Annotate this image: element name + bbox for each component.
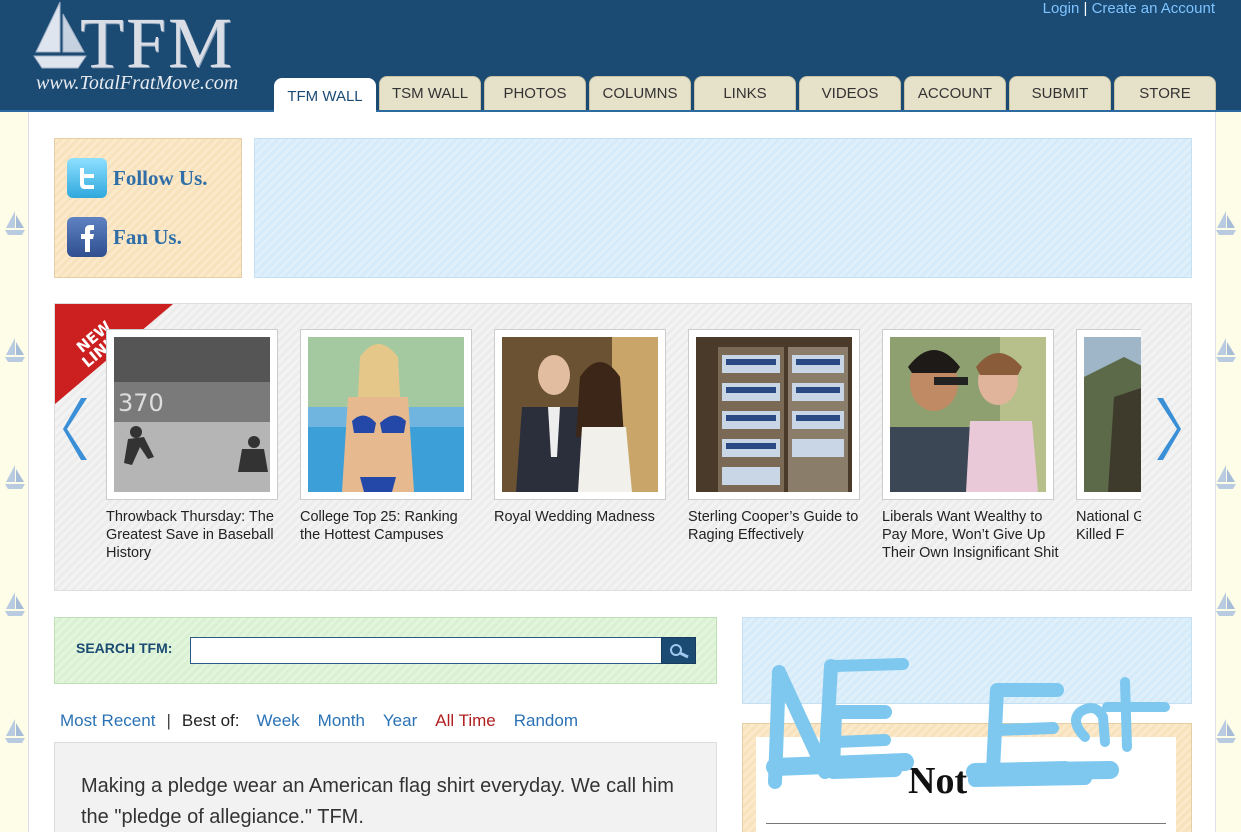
week-link[interactable]: Week <box>257 711 300 731</box>
carousel-prev-arrow[interactable] <box>61 396 91 479</box>
facebook-fan[interactable]: Fan Us. <box>67 217 182 257</box>
handwritten-scribble-overlay <box>766 658 1170 789</box>
chevron-right-icon <box>1157 398 1181 460</box>
carousel-caption[interactable]: National G Re-Air Re of Killed F <box>1076 508 1141 544</box>
carousel-caption[interactable]: Royal Wedding Madness <box>494 508 672 526</box>
search-box: SEARCH TFM: <box>54 617 717 684</box>
top-ad-banner <box>254 138 1192 278</box>
social-box: Follow Us. Fan Us. <box>54 138 242 278</box>
sailboat-icon <box>1216 211 1236 235</box>
account-links: Login | Create an Account <box>1043 0 1215 17</box>
tab-store[interactable]: STORE <box>1114 76 1216 110</box>
create-account-link[interactable]: Create an Account <box>1092 0 1215 17</box>
carousel-item[interactable]: Liberals Want Wealthy to Pay More, Won’t… <box>882 329 1060 562</box>
sailboat-icon <box>5 592 25 616</box>
search-input[interactable] <box>190 637 662 664</box>
site-header: TFM www.TotalFratMove.com Login | Create… <box>0 0 1241 114</box>
carousel-caption[interactable]: Sterling Cooper’s Guide to Raging Effect… <box>688 508 866 544</box>
month-link[interactable]: Month <box>318 711 365 731</box>
carousel-caption[interactable]: Throwback Thursday: The Greatest Save in… <box>106 508 284 562</box>
search-button[interactable] <box>661 637 696 664</box>
most-recent-link[interactable]: Most Recent <box>60 711 155 731</box>
carousel-thumb[interactable] <box>300 329 472 500</box>
sailboat-icon <box>5 719 25 743</box>
beer-shelves-photo <box>696 337 852 492</box>
all-time-link[interactable]: All Time <box>435 711 495 731</box>
carousel-item[interactable]: Royal Wedding Madness <box>494 329 672 526</box>
carousel-thumb[interactable] <box>882 329 1054 500</box>
logo-url: www.TotalFratMove.com <box>36 72 239 94</box>
carousel-items: 370 Throwback Thursday: The Greatest Sav… <box>106 329 1141 589</box>
account-links-separator: | <box>1083 0 1088 17</box>
sailboat-icon <box>5 211 25 235</box>
tab-links[interactable]: LINKS <box>694 76 796 110</box>
carousel-item[interactable]: Sterling Cooper’s Guide to Raging Effect… <box>688 329 866 544</box>
site-logo[interactable]: TFM www.TotalFratMove.com <box>30 0 270 104</box>
search-icon <box>669 643 689 658</box>
carousel-next-arrow[interactable] <box>1153 396 1183 479</box>
thumb-number-text: 370 <box>118 389 164 417</box>
carousel-thumb[interactable] <box>1076 329 1141 500</box>
tab-tsm-wall[interactable]: TSM WALL <box>379 76 481 110</box>
post-filter-bar: Most Recent | Best of: Week Month Year A… <box>60 711 578 731</box>
twitter-icon <box>67 158 107 198</box>
follow-us-label: Follow Us. <box>113 165 208 190</box>
carousel-thumb[interactable]: 370 <box>106 329 278 500</box>
filter-separator: | <box>166 711 171 730</box>
sailboat-icon <box>1216 719 1236 743</box>
tab-columns[interactable]: COLUMNS <box>589 76 691 110</box>
sailboat-icon <box>1216 465 1236 489</box>
sailboat-icon <box>5 338 25 362</box>
sailboat-icon <box>1216 338 1236 362</box>
sailboat-icon <box>1216 592 1236 616</box>
baseball-photo: 370 <box>114 337 270 492</box>
twitter-follow[interactable]: Follow Us. <box>67 158 208 198</box>
soldier-photo <box>1084 337 1141 492</box>
fan-us-label: Fan Us. <box>113 224 182 249</box>
tab-account[interactable]: ACCOUNT <box>904 76 1006 110</box>
tab-tfm-wall[interactable]: TFM WALL <box>274 78 376 114</box>
left-boat-pattern <box>0 110 28 832</box>
two-men-photo <box>890 337 1046 492</box>
facebook-icon <box>67 217 107 257</box>
royal-couple-photo <box>502 337 658 492</box>
carousel-item[interactable]: 370 Throwback Thursday: The Greatest Sav… <box>106 329 284 562</box>
wall-post: Making a pledge wear an American flag sh… <box>54 742 717 832</box>
carousel-caption[interactable]: Liberals Want Wealthy to Pay More, Won’t… <box>882 508 1060 562</box>
carousel-thumb[interactable] <box>494 329 666 500</box>
chevron-left-icon <box>63 398 87 460</box>
carousel-caption[interactable]: College Top 25: Ranking the Hottest Camp… <box>300 508 478 544</box>
sailboat-icon <box>5 465 25 489</box>
new-links-carousel: NEW LINKS 370 Throwback Thursday: The Gr… <box>54 303 1192 591</box>
search-label: SEARCH TFM: <box>76 640 173 656</box>
tab-videos[interactable]: VIDEOS <box>799 76 901 110</box>
random-link[interactable]: Random <box>514 711 578 731</box>
carousel-item[interactable]: College Top 25: Ranking the Hottest Camp… <box>300 329 478 544</box>
login-link[interactable]: Login <box>1043 0 1080 17</box>
nfe-divider <box>766 823 1166 824</box>
tab-submit[interactable]: SUBMIT <box>1009 76 1111 110</box>
year-link[interactable]: Year <box>383 711 417 731</box>
right-boat-pattern <box>1213 110 1241 832</box>
carousel-thumb[interactable] <box>688 329 860 500</box>
carousel-item[interactable]: National G Re-Air Re of Killed F <box>1076 329 1141 544</box>
best-of-label: Best of: <box>181 711 240 730</box>
bikini-photo <box>308 337 464 492</box>
tab-photos[interactable]: PHOTOS <box>484 76 586 110</box>
post-text: Making a pledge wear an American flag sh… <box>81 775 674 828</box>
